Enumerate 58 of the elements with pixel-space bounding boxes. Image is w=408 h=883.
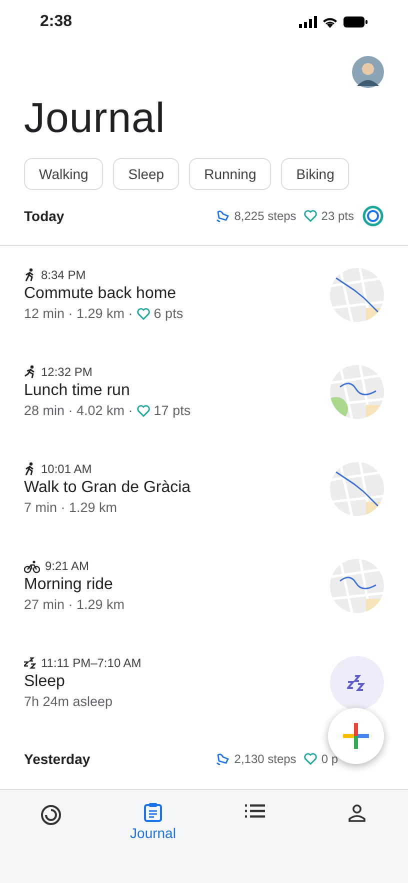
heart-icon xyxy=(304,210,318,222)
nav-tab[interactable]: Journal xyxy=(102,790,204,850)
entry-time: 10:01 AM xyxy=(41,462,92,476)
activity-entry[interactable]: 10:01 AM Walk to Gran de Gràcia 7 min · 1.29 km xyxy=(0,440,408,537)
filter-chip[interactable]: Biking xyxy=(281,158,350,190)
heart-icon xyxy=(304,752,318,764)
entry-points: 6 pts xyxy=(154,306,184,321)
points-count: 23 pts xyxy=(321,209,354,223)
entry-time: 12:32 PM xyxy=(41,365,92,379)
list-icon xyxy=(245,804,265,818)
entry-title: Morning ride xyxy=(24,576,114,594)
activity-entry[interactable]: 12:32 PM Lunch time run 28 min · 4.02 km · 17 pts xyxy=(0,343,408,440)
ring-icon xyxy=(40,804,62,826)
entry-title: Commute back home xyxy=(24,285,178,303)
entry-details: 28 min · 4.02 km · xyxy=(24,403,133,418)
status-time: 2:38 xyxy=(40,13,72,31)
heart-icon xyxy=(136,308,150,320)
day-label: Yesterday xyxy=(24,750,90,766)
signal-icon xyxy=(299,16,317,28)
entry-points: 17 pts xyxy=(154,403,191,418)
plus-icon xyxy=(343,723,369,749)
steps-icon xyxy=(216,752,230,764)
walking-icon xyxy=(24,268,36,282)
sleep-icon xyxy=(347,674,367,692)
entry-details: 12 min · 1.29 km · xyxy=(24,306,133,321)
heart-icon xyxy=(136,404,150,416)
activity-entry[interactable]: 9:21 AM Morning ride 27 min · 1.29 km xyxy=(0,537,408,634)
clipboard-icon xyxy=(144,802,162,822)
entry-title: Walk to Gran de Gràcia xyxy=(24,479,191,497)
steps-icon xyxy=(216,210,230,222)
points-count: 0 p xyxy=(321,752,338,766)
activity-entry[interactable]: 11:11 PM–7:10 AM Sleep 7h 24m asleep xyxy=(0,634,408,731)
entry-details: 7 min · 1.29 km xyxy=(24,500,118,515)
entry-time: 11:11 PM–7:10 AM xyxy=(41,656,142,670)
filter-chip[interactable]: Walking xyxy=(24,158,104,190)
entry-details: 7h 24m asleep xyxy=(24,694,113,709)
avatar[interactable] xyxy=(352,56,384,88)
entry-details: 27 min · 1.29 km xyxy=(24,597,125,612)
walking-icon xyxy=(24,462,36,476)
running-icon xyxy=(24,365,36,379)
bike-icon xyxy=(24,560,40,572)
wifi-icon xyxy=(322,16,338,28)
page-title: Journal xyxy=(24,94,166,142)
entry-title: Lunch time run xyxy=(24,382,131,400)
activity-entry[interactable]: 8:34 PM Commute back home 12 min · 1.29 km · 6 pts xyxy=(0,246,408,343)
day-label: Today xyxy=(24,208,64,224)
steps-count: 2,130 steps xyxy=(234,752,296,766)
entry-time: 8:34 PM xyxy=(41,268,86,282)
person-icon xyxy=(348,804,366,822)
filter-chip[interactable]: Running xyxy=(189,158,272,190)
entry-title: Sleep xyxy=(24,673,66,691)
ring-icon xyxy=(362,205,384,227)
entry-time: 9:21 AM xyxy=(45,559,90,573)
battery-icon xyxy=(343,16,368,28)
filter-chip[interactable]: Sleep xyxy=(113,158,180,190)
add-button[interactable] xyxy=(328,708,384,764)
steps-count: 8,225 steps xyxy=(234,209,296,223)
sleep-icon xyxy=(24,657,36,669)
